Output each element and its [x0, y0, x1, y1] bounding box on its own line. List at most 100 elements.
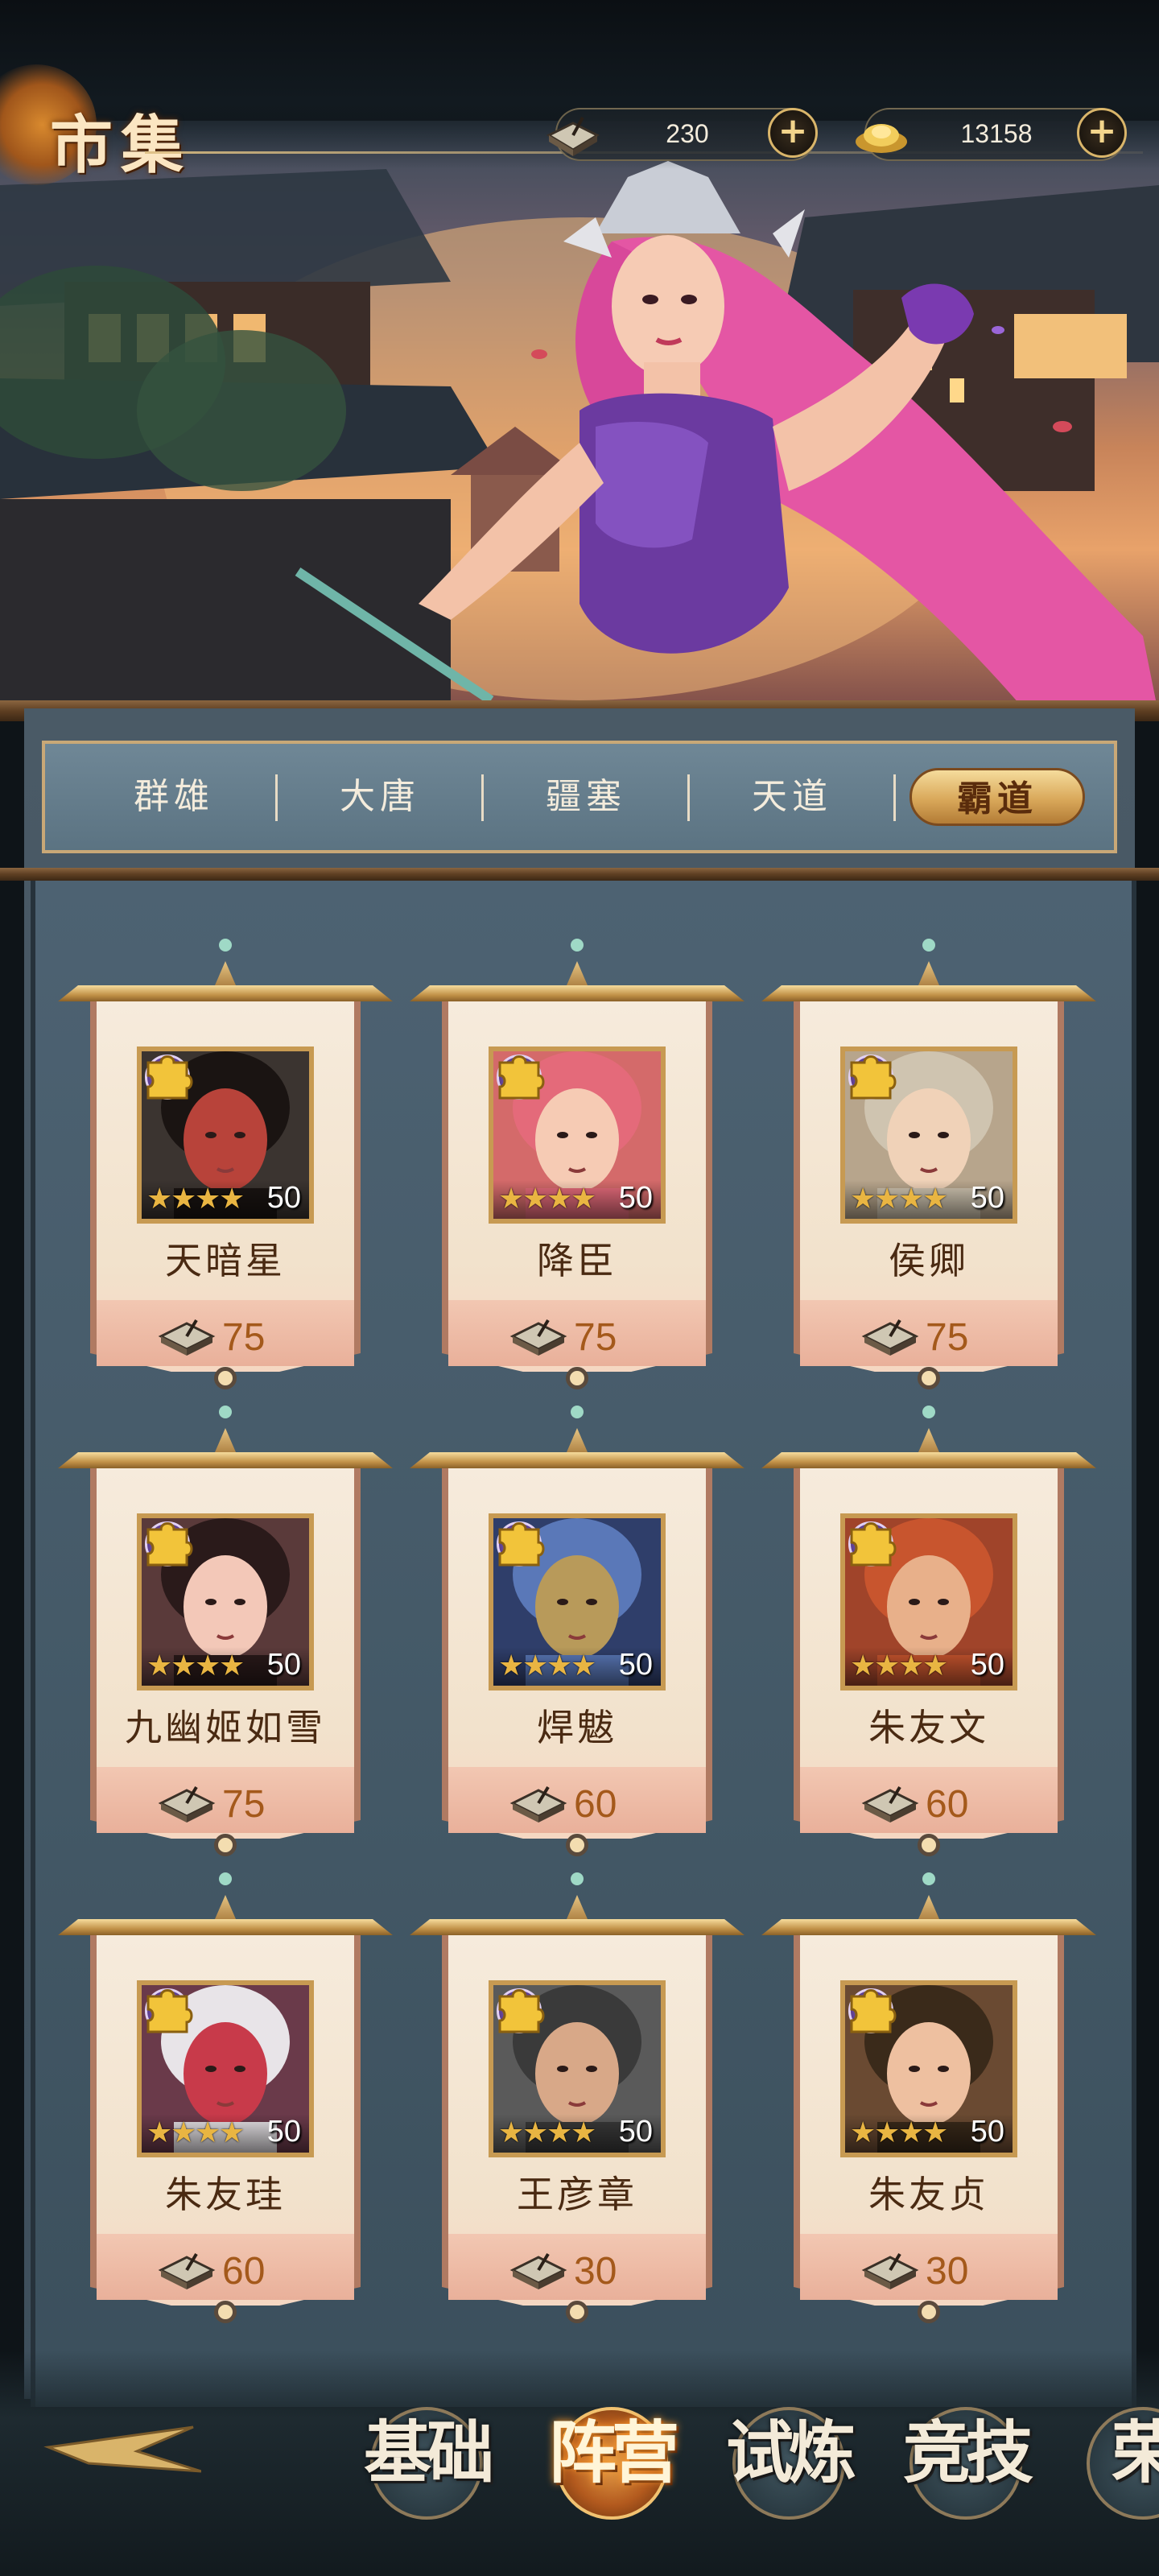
- hero-portrait[interactable]: 霸 ★★★★ 50: [137, 1046, 314, 1224]
- token-book-icon: [509, 2252, 567, 2289]
- hero-card[interactable]: 霸 ★★★★ 50 朱友珪 60: [58, 1872, 393, 2334]
- add-token-button[interactable]: +: [768, 108, 818, 158]
- token-book-icon: [509, 1785, 567, 1823]
- nav-honor[interactable]: 荣: [1062, 2375, 1159, 2536]
- hero-portrait[interactable]: 霸 ★★★★ 50: [489, 1980, 666, 2157]
- back-arrow-icon[interactable]: [40, 2423, 201, 2496]
- price-value: 30: [574, 2250, 617, 2293]
- page-title: 市集: [50, 109, 192, 182]
- scroll-rod: [58, 1919, 393, 1935]
- puzzle-piece-icon: [850, 1989, 897, 2033]
- hero-portrait[interactable]: 霸 ★★★★ 50: [840, 1513, 1017, 1690]
- tab-divider: [481, 774, 484, 821]
- hero-price[interactable]: 75: [80, 1311, 370, 1359]
- hero-level: 50: [266, 2115, 301, 2149]
- hero-name: 朱友贞: [868, 2173, 989, 2216]
- hero-portrait[interactable]: 霸 ★★★★ 50: [840, 1046, 1017, 1224]
- card-ring: [566, 2301, 588, 2323]
- hero-name: 侯卿: [889, 1239, 969, 1282]
- hanger-bead: [922, 939, 935, 952]
- hero-price[interactable]: 75: [80, 1777, 370, 1826]
- star-icon: ★: [571, 1649, 597, 1682]
- hero-name: 王彦章: [517, 2173, 637, 2216]
- top-bar: 市集 230 + 13158 +: [0, 0, 1159, 185]
- tab-datang[interactable]: 大唐: [291, 768, 468, 826]
- scroll-rod: [410, 985, 744, 1001]
- hanger-bead: [571, 939, 584, 952]
- star-icon: ★: [922, 2116, 949, 2149]
- gold-ingot-icon: [856, 124, 907, 153]
- add-gold-button[interactable]: +: [1077, 108, 1127, 158]
- hero-card[interactable]: 霸 ★★★★ 50 九幽姬如雪 75: [58, 1406, 393, 1868]
- token-book-icon: [546, 117, 600, 156]
- token-book-icon: [158, 2252, 216, 2289]
- hero-price[interactable]: 60: [80, 2244, 370, 2293]
- puzzle-piece-icon: [498, 1055, 545, 1100]
- hero-name: 降臣: [537, 1239, 617, 1282]
- hero-card[interactable]: 霸 ★★★★ 50 王彦章 30: [410, 1872, 744, 2334]
- hero-price[interactable]: 30: [432, 2244, 722, 2293]
- hero-card[interactable]: 霸 ★★★★ 50 朱友贞 30: [761, 1872, 1096, 2334]
- hero-price[interactable]: 60: [432, 1777, 722, 1826]
- hero-price[interactable]: 75: [432, 1311, 722, 1359]
- tab-badao[interactable]: 霸道: [909, 768, 1085, 826]
- price-value: 75: [926, 1316, 969, 1359]
- price-value: 60: [926, 1783, 969, 1826]
- hero-level: 50: [970, 1648, 1004, 1682]
- hero-card[interactable]: 霸 ★★★★ 50 焊魃 60: [410, 1406, 744, 1868]
- nav-label: 阵营: [548, 2413, 679, 2492]
- nav-label: 试炼: [725, 2413, 856, 2492]
- hero-card[interactable]: 霸 ★★★★ 50 降臣 75: [410, 939, 744, 1401]
- card-ring: [214, 2301, 237, 2323]
- gold-count: 13158: [960, 119, 1033, 148]
- scroll-rod: [761, 1919, 1096, 1935]
- tab-tiandao[interactable]: 天道: [703, 768, 881, 826]
- hero-card[interactable]: 霸 ★★★★ 50 侯卿 75: [761, 939, 1096, 1401]
- hanger-bead: [922, 1872, 935, 1885]
- tab-jiangsai[interactable]: 疆塞: [497, 768, 674, 826]
- hero-banner: [0, 121, 1159, 716]
- price-value: 60: [574, 1783, 617, 1826]
- hero-banner-art: [0, 161, 1159, 716]
- nav-arena[interactable]: 竞技: [885, 2375, 1046, 2536]
- hero-portrait[interactable]: 霸 ★★★★ 50: [137, 1980, 314, 2157]
- hero-portrait[interactable]: 霸 ★★★★ 50: [489, 1046, 666, 1224]
- hero-name: 朱友文: [868, 1706, 989, 1749]
- hero-level: 50: [618, 1648, 653, 1682]
- puzzle-piece-icon: [850, 1055, 897, 1100]
- hero-price[interactable]: 60: [784, 1777, 1074, 1826]
- price-value: 75: [574, 1316, 617, 1359]
- hero-price[interactable]: 75: [784, 1311, 1074, 1359]
- hero-portrait[interactable]: 霸 ★★★★ 50: [137, 1513, 314, 1690]
- nav-basic[interactable]: 基础: [346, 2375, 507, 2536]
- hanger-bead: [219, 1406, 232, 1418]
- tab-divider: [893, 774, 896, 821]
- hero-card[interactable]: 霸 ★★★★ 50 天暗星 75: [58, 939, 393, 1401]
- hero-price[interactable]: 30: [784, 2244, 1074, 2293]
- hanger-bead: [922, 1406, 935, 1418]
- scroll-rod: [410, 1919, 744, 1935]
- nav-faction[interactable]: 阵营: [531, 2375, 692, 2536]
- puzzle-piece-icon: [498, 1989, 545, 2033]
- hero-name: 天暗星: [165, 1239, 286, 1282]
- card-ring: [566, 1367, 588, 1389]
- puzzle-piece-icon: [498, 1522, 545, 1567]
- card-ring: [918, 1834, 940, 1856]
- hero-name: 焊魃: [537, 1706, 617, 1749]
- hero-level: 50: [266, 1181, 301, 1215]
- hero-portrait[interactable]: 霸 ★★★★ 50: [840, 1980, 1017, 2157]
- hero-portrait[interactable]: 霸 ★★★★ 50: [489, 1513, 666, 1690]
- scroll-rod: [761, 1452, 1096, 1468]
- price-value: 60: [222, 2250, 266, 2293]
- hero-card[interactable]: 霸 ★★★★ 50 朱友文 60: [761, 1406, 1096, 1868]
- currency-pill-gold: 13158 +: [856, 108, 1127, 161]
- scroll-rod: [761, 985, 1096, 1001]
- tab-divider: [687, 774, 690, 821]
- nav-trial[interactable]: 试炼: [708, 2375, 869, 2536]
- hanger-bead: [219, 939, 232, 952]
- star-icon: ★: [571, 1183, 597, 1216]
- price-value: 30: [926, 2250, 969, 2293]
- puzzle-piece-icon: [146, 1989, 193, 2033]
- token-count: 230: [666, 119, 709, 148]
- tab-qunxiong[interactable]: 群雄: [85, 768, 262, 826]
